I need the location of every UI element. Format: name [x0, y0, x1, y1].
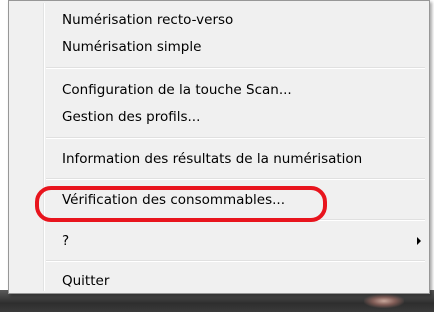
menu-item-scan-button-config[interactable]: Configuration de la touche Scan... — [11, 77, 427, 103]
menu-item-label: Numérisation simple — [62, 39, 202, 55]
menu-item-simplex-scan[interactable]: Numérisation simple — [11, 34, 427, 60]
menu-separator — [46, 67, 425, 69]
menu-item-label: Information des résultats de la numérisa… — [62, 151, 363, 167]
menu-item-duplex-scan[interactable]: Numérisation recto-verso — [11, 7, 427, 33]
menu-item-consumables-check[interactable]: Vérification des consommables... — [11, 187, 427, 213]
menu-item-quit[interactable]: Quitter — [11, 268, 427, 294]
menu-separator — [46, 260, 425, 262]
menu-item-help[interactable]: ? — [11, 228, 427, 254]
taskbar-glow — [364, 294, 404, 308]
menu-item-profile-management[interactable]: Gestion des profils... — [11, 104, 427, 130]
menu-item-label: Quitter — [62, 273, 110, 289]
screen: Numérisation recto-verso Numérisation si… — [0, 0, 434, 312]
menu-item-scan-results-info[interactable]: Information des résultats de la numérisa… — [11, 146, 427, 172]
menu-separator — [46, 137, 425, 139]
menu-item-label: ? — [62, 233, 70, 249]
context-menu: Numérisation recto-verso Numérisation si… — [8, 0, 430, 294]
menu-separator — [46, 219, 425, 221]
menu-item-label: Numérisation recto-verso — [62, 12, 234, 28]
menu-separator — [46, 178, 425, 180]
menu-item-label: Configuration de la touche Scan... — [62, 82, 292, 98]
menu-item-label: Gestion des profils... — [62, 109, 201, 125]
menu-item-label: Vérification des consommables... — [62, 192, 285, 208]
submenu-arrow-icon — [417, 237, 421, 245]
